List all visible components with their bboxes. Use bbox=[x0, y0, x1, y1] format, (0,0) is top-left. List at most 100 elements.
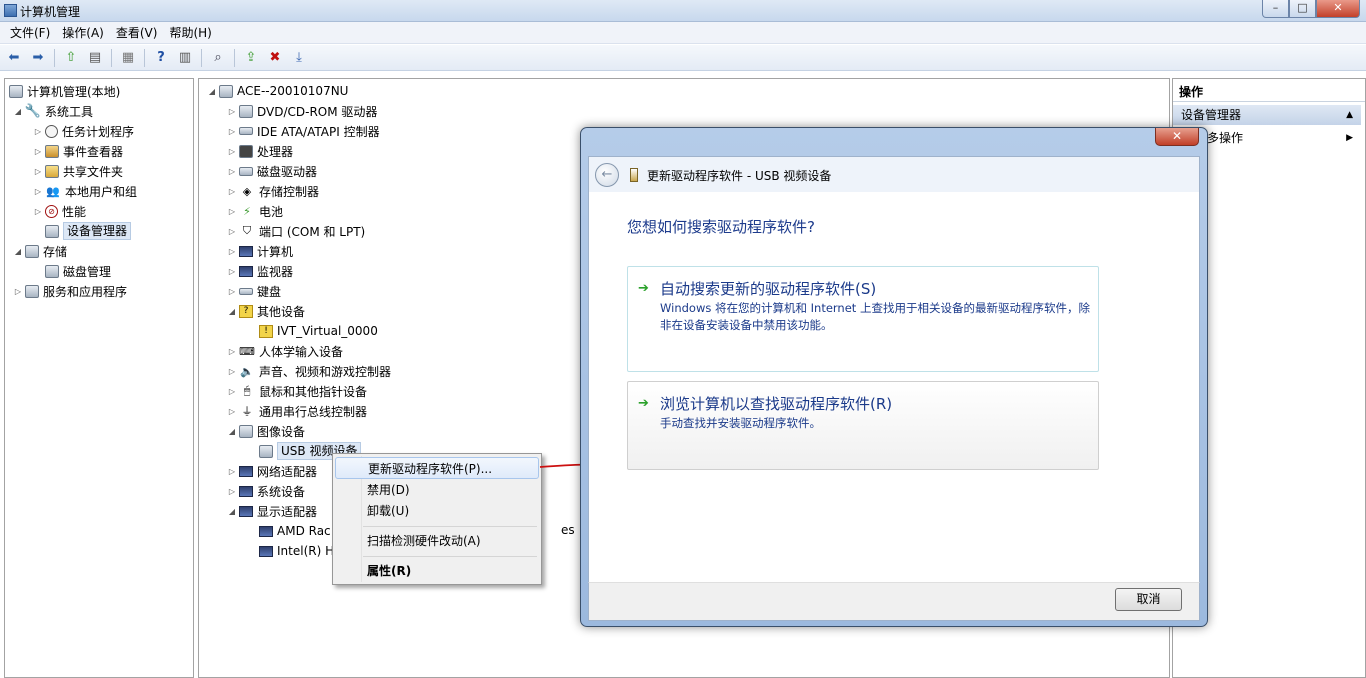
device-amd-display[interactable]: AMD Rac bbox=[259, 521, 331, 541]
device-category-storage-controllers[interactable]: ▷ ◈ 存储控制器 bbox=[227, 181, 319, 201]
expand-arrow-icon[interactable]: ▷ bbox=[227, 207, 237, 216]
menu-help[interactable]: 帮助(H) bbox=[163, 22, 217, 44]
up-folder-icon[interactable]: ⇧ bbox=[61, 48, 81, 68]
menu-action[interactable]: 操作(A) bbox=[56, 22, 110, 44]
device-category-mouse[interactable]: ▷ 🖱 鼠标和其他指针设备 bbox=[227, 381, 367, 401]
expand-arrow-icon[interactable]: ▷ bbox=[227, 347, 237, 356]
device-category-ports[interactable]: ▷ ⛉ 端口 (COM 和 LPT) bbox=[227, 221, 365, 241]
action-pane-icon[interactable]: ▥ bbox=[175, 48, 195, 68]
menu-file[interactable]: 文件(F) bbox=[4, 22, 56, 44]
help-icon[interactable]: ? bbox=[151, 48, 171, 68]
expand-arrow-icon[interactable]: ▷ bbox=[33, 147, 43, 156]
device-category-computer[interactable]: ▷ 计算机 bbox=[227, 241, 293, 261]
expand-arrow-icon[interactable]: ▷ bbox=[227, 267, 237, 276]
console-tree-pane: 计算机管理(本地) ◢ 🔧 系统工具 ▷ 任务计划程序 ▷ 事件查看器 ▷ 共享… bbox=[4, 78, 194, 678]
device-category-dvd[interactable]: ▷ DVD/CD-ROM 驱动器 bbox=[227, 101, 377, 121]
tree-item-label: 设备管理器 bbox=[63, 222, 132, 240]
collapse-arrow-icon[interactable]: ◢ bbox=[13, 107, 23, 116]
expand-arrow-icon[interactable]: ▷ bbox=[227, 407, 237, 416]
minimize-button[interactable]: – bbox=[1262, 0, 1289, 18]
expand-arrow-icon[interactable]: ▷ bbox=[227, 387, 237, 396]
cancel-button[interactable]: 取消 bbox=[1115, 588, 1182, 611]
device-category-hid[interactable]: ▷ ⌨ 人体学输入设备 bbox=[227, 341, 343, 361]
expand-arrow-icon[interactable]: ▷ bbox=[227, 247, 237, 256]
device-category-system[interactable]: ▷ 系统设备 bbox=[227, 481, 305, 501]
device-category-imaging[interactable]: ◢ 图像设备 bbox=[227, 421, 305, 441]
device-category-sound[interactable]: ▷ 🔈 声音、视频和游戏控制器 bbox=[227, 361, 391, 381]
tree-item-shared-folders[interactable]: ▷ 共享文件夹 bbox=[33, 161, 123, 181]
expand-arrow-icon[interactable]: ▷ bbox=[33, 127, 43, 136]
expand-arrow-icon[interactable]: ▷ bbox=[227, 487, 237, 496]
menu-scan-hardware[interactable]: 扫描检测硬件改动(A) bbox=[335, 530, 539, 552]
properties-icon[interactable]: ▦ bbox=[118, 48, 138, 68]
menu-view[interactable]: 查看(V) bbox=[110, 22, 164, 44]
menu-uninstall[interactable]: 卸载(U) bbox=[335, 500, 539, 522]
collapse-arrow-icon[interactable]: ◢ bbox=[13, 247, 23, 256]
tree-item-event-viewer[interactable]: ▷ 事件查看器 bbox=[33, 141, 123, 161]
device-root[interactable]: ◢ ACE--20010107NU bbox=[207, 81, 349, 101]
actions-section-device-manager[interactable]: 设备管理器 ▲ bbox=[1173, 105, 1361, 125]
expand-arrow-icon[interactable]: ▷ bbox=[227, 167, 237, 176]
device-category-display[interactable]: ◢ 显示适配器 bbox=[227, 501, 317, 521]
device-category-monitors[interactable]: ▷ 监视器 bbox=[227, 261, 293, 281]
back-icon[interactable]: ← bbox=[595, 163, 619, 187]
expand-arrow-icon[interactable]: ▷ bbox=[227, 107, 237, 116]
option-auto-search[interactable]: ➔ 自动搜索更新的驱动程序软件(S) Windows 将在您的计算机和 Inte… bbox=[627, 266, 1099, 372]
expand-arrow-icon[interactable]: ▷ bbox=[227, 147, 237, 156]
collapse-arrow-icon[interactable]: ◢ bbox=[227, 507, 237, 516]
enable-device-icon[interactable]: ⤓ bbox=[289, 48, 309, 68]
dialog-close-button[interactable]: ✕ bbox=[1155, 128, 1199, 146]
device-category-keyboards[interactable]: ▷ 键盘 bbox=[227, 281, 281, 301]
close-button[interactable]: ✕ bbox=[1316, 0, 1360, 18]
menu-update-driver[interactable]: 更新驱动程序软件(P)... bbox=[335, 457, 539, 479]
tree-item-label: 通用串行总线控制器 bbox=[259, 404, 368, 419]
collapse-arrow-icon[interactable]: ◢ bbox=[207, 87, 217, 96]
collapse-triangle-icon[interactable]: ▲ bbox=[1346, 105, 1353, 125]
tree-item-device-manager[interactable]: 设备管理器 bbox=[45, 221, 132, 241]
green-arrow-icon: ➔ bbox=[638, 396, 649, 411]
expand-arrow-icon[interactable]: ▷ bbox=[227, 127, 237, 136]
expand-arrow-icon[interactable]: ▷ bbox=[227, 227, 237, 236]
tree-item-storage[interactable]: ◢ 存储 bbox=[13, 241, 67, 261]
tree-item-system-tools[interactable]: ◢ 🔧 系统工具 bbox=[13, 101, 93, 121]
green-arrow-icon: ➔ bbox=[638, 281, 649, 296]
menu-disable[interactable]: 禁用(D) bbox=[335, 479, 539, 501]
uninstall-icon[interactable]: ✖ bbox=[265, 48, 285, 68]
device-category-network[interactable]: ▷ 网络适配器 bbox=[227, 461, 317, 481]
device-category-processor[interactable]: ▷ 处理器 bbox=[227, 141, 293, 161]
expand-arrow-icon[interactable]: ▷ bbox=[13, 287, 23, 296]
expand-arrow-icon[interactable]: ▷ bbox=[227, 187, 237, 196]
device-category-ide[interactable]: ▷ IDE ATA/ATAPI 控制器 bbox=[227, 121, 380, 141]
device-ivt-virtual[interactable]: ! IVT_Virtual_0000 bbox=[259, 321, 378, 341]
expand-arrow-icon[interactable]: ▷ bbox=[33, 187, 43, 196]
device-category-battery[interactable]: ▷ ⚡ 电池 bbox=[227, 201, 283, 221]
update-driver-icon[interactable]: ⇪ bbox=[241, 48, 261, 68]
back-arrow-icon[interactable]: ⬅ bbox=[4, 48, 24, 68]
toolbar-separator bbox=[234, 48, 235, 67]
dialog-question: 您想如何搜索驱动程序软件? bbox=[627, 218, 815, 236]
scan-hardware-icon[interactable]: ⌕ bbox=[208, 48, 228, 68]
forward-arrow-icon[interactable]: ➡ bbox=[28, 48, 48, 68]
tree-item-performance[interactable]: ▷ ⊘ 性能 bbox=[33, 201, 86, 221]
expand-arrow-icon[interactable]: ▷ bbox=[227, 367, 237, 376]
maximize-button[interactable]: □ bbox=[1289, 0, 1316, 18]
tree-item-disk-management[interactable]: 磁盘管理 bbox=[45, 261, 111, 281]
tree-item-label: Intel(R) H bbox=[277, 544, 335, 558]
device-intel-display[interactable]: Intel(R) H bbox=[259, 541, 334, 561]
tree-item-local-users[interactable]: ▷ 👥 本地用户和组 bbox=[33, 181, 137, 201]
device-category-other[interactable]: ◢ ? 其他设备 bbox=[227, 301, 305, 321]
device-category-usb[interactable]: ▷ ⏚ 通用串行总线控制器 bbox=[227, 401, 367, 421]
show-hide-tree-icon[interactable]: ▤ bbox=[85, 48, 105, 68]
option-browse-computer[interactable]: ➔ 浏览计算机以查找驱动程序软件(R) 手动查找并安装驱动程序软件。 bbox=[627, 381, 1099, 470]
menu-properties[interactable]: 属性(R) bbox=[335, 560, 539, 582]
tree-item-task-scheduler[interactable]: ▷ 任务计划程序 bbox=[33, 121, 134, 141]
tree-item-services-apps[interactable]: ▷ 服务和应用程序 bbox=[13, 281, 127, 301]
device-category-disk-drives[interactable]: ▷ 磁盘驱动器 bbox=[227, 161, 317, 181]
collapse-arrow-icon[interactable]: ◢ bbox=[227, 307, 237, 316]
expand-arrow-icon[interactable]: ▷ bbox=[33, 207, 43, 216]
expand-arrow-icon[interactable]: ▷ bbox=[227, 287, 237, 296]
expand-arrow-icon[interactable]: ▷ bbox=[227, 467, 237, 476]
collapse-arrow-icon[interactable]: ◢ bbox=[227, 427, 237, 436]
expand-arrow-icon[interactable]: ▷ bbox=[33, 167, 43, 176]
tree-item-computer-management[interactable]: 计算机管理(本地) bbox=[9, 81, 120, 101]
